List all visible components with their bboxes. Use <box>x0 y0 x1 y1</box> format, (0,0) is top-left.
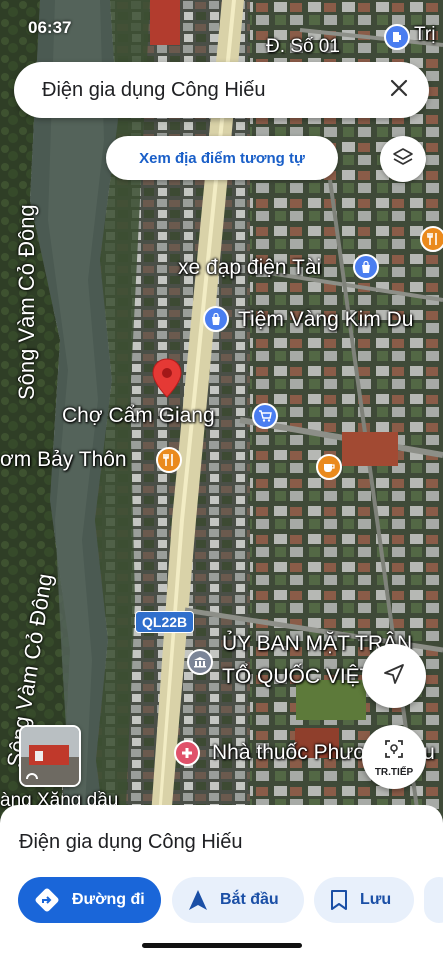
directions-label: Đường đi <box>72 891 145 908</box>
streetview-icon <box>382 737 406 766</box>
restaurant-icon[interactable] <box>420 226 443 252</box>
navigation-icon <box>188 889 208 911</box>
home-indicator <box>142 943 302 948</box>
gas-icon[interactable] <box>384 24 410 50</box>
directions-button[interactable]: Đường đi <box>18 877 161 923</box>
layers-icon <box>392 146 414 173</box>
coffee-icon[interactable] <box>316 454 342 480</box>
place-name: Điện gia dụng Công Hiếu <box>19 831 243 853</box>
place-sheet[interactable]: Điện gia dụng Công Hiếu Đường đi Bắt đầu… <box>0 805 443 959</box>
save-label: Lưu <box>360 891 392 908</box>
search-bar[interactable]: Điện gia dụng Công Hiếu <box>14 62 429 118</box>
similar-places-chip[interactable]: Xem địa điểm tương tự <box>106 136 338 180</box>
status-time: 06:37 <box>28 18 72 37</box>
shopping-bag-icon[interactable] <box>353 254 379 280</box>
poi-label[interactable]: ơm Bảy Thôn <box>0 448 127 472</box>
street-label: Đ. Số 01 <box>266 36 340 57</box>
save-button[interactable]: Lưu <box>314 877 414 923</box>
close-button[interactable] <box>375 66 423 114</box>
street-thumbnail[interactable] <box>19 725 81 787</box>
location-pin-icon[interactable] <box>152 358 182 403</box>
shopping-bag-icon[interactable] <box>203 306 229 332</box>
poi-label[interactable]: xe đạp điện Tài <box>178 256 321 280</box>
directions-icon <box>34 887 60 913</box>
restaurant-icon[interactable] <box>156 447 182 473</box>
bookmark-icon <box>330 889 348 911</box>
more-actions-button[interactable] <box>424 877 443 923</box>
streetview-label: TR.TIẾP <box>374 766 414 778</box>
map-label-top-right: Trị <box>414 24 436 45</box>
start-button[interactable]: Bắt đầu <box>172 877 304 923</box>
pharmacy-icon[interactable] <box>174 740 200 766</box>
start-label: Bắt đầu <box>220 891 279 908</box>
government-icon[interactable] <box>187 649 213 675</box>
search-query[interactable]: Điện gia dụng Công Hiếu <box>14 79 375 102</box>
poi-label[interactable]: Tiệm Vàng Kim Du <box>238 308 413 332</box>
my-location-button[interactable] <box>362 644 426 708</box>
shopping-cart-icon[interactable] <box>252 403 278 429</box>
map-canvas[interactable]: 06:37 Đ. Số 01 Trị Sông Vàm Cỏ Đông Sông… <box>0 0 443 830</box>
streetview-button[interactable]: TR.TIẾP <box>362 725 426 789</box>
close-icon <box>390 79 408 102</box>
poi-label[interactable]: Chợ Cẩm Giang <box>62 404 215 428</box>
layers-button[interactable] <box>380 136 426 182</box>
navigation-arrow-icon <box>382 662 406 691</box>
river-label: Sông Vàm Cỏ Đông <box>14 204 39 400</box>
road-shield: QL22B <box>135 611 195 633</box>
